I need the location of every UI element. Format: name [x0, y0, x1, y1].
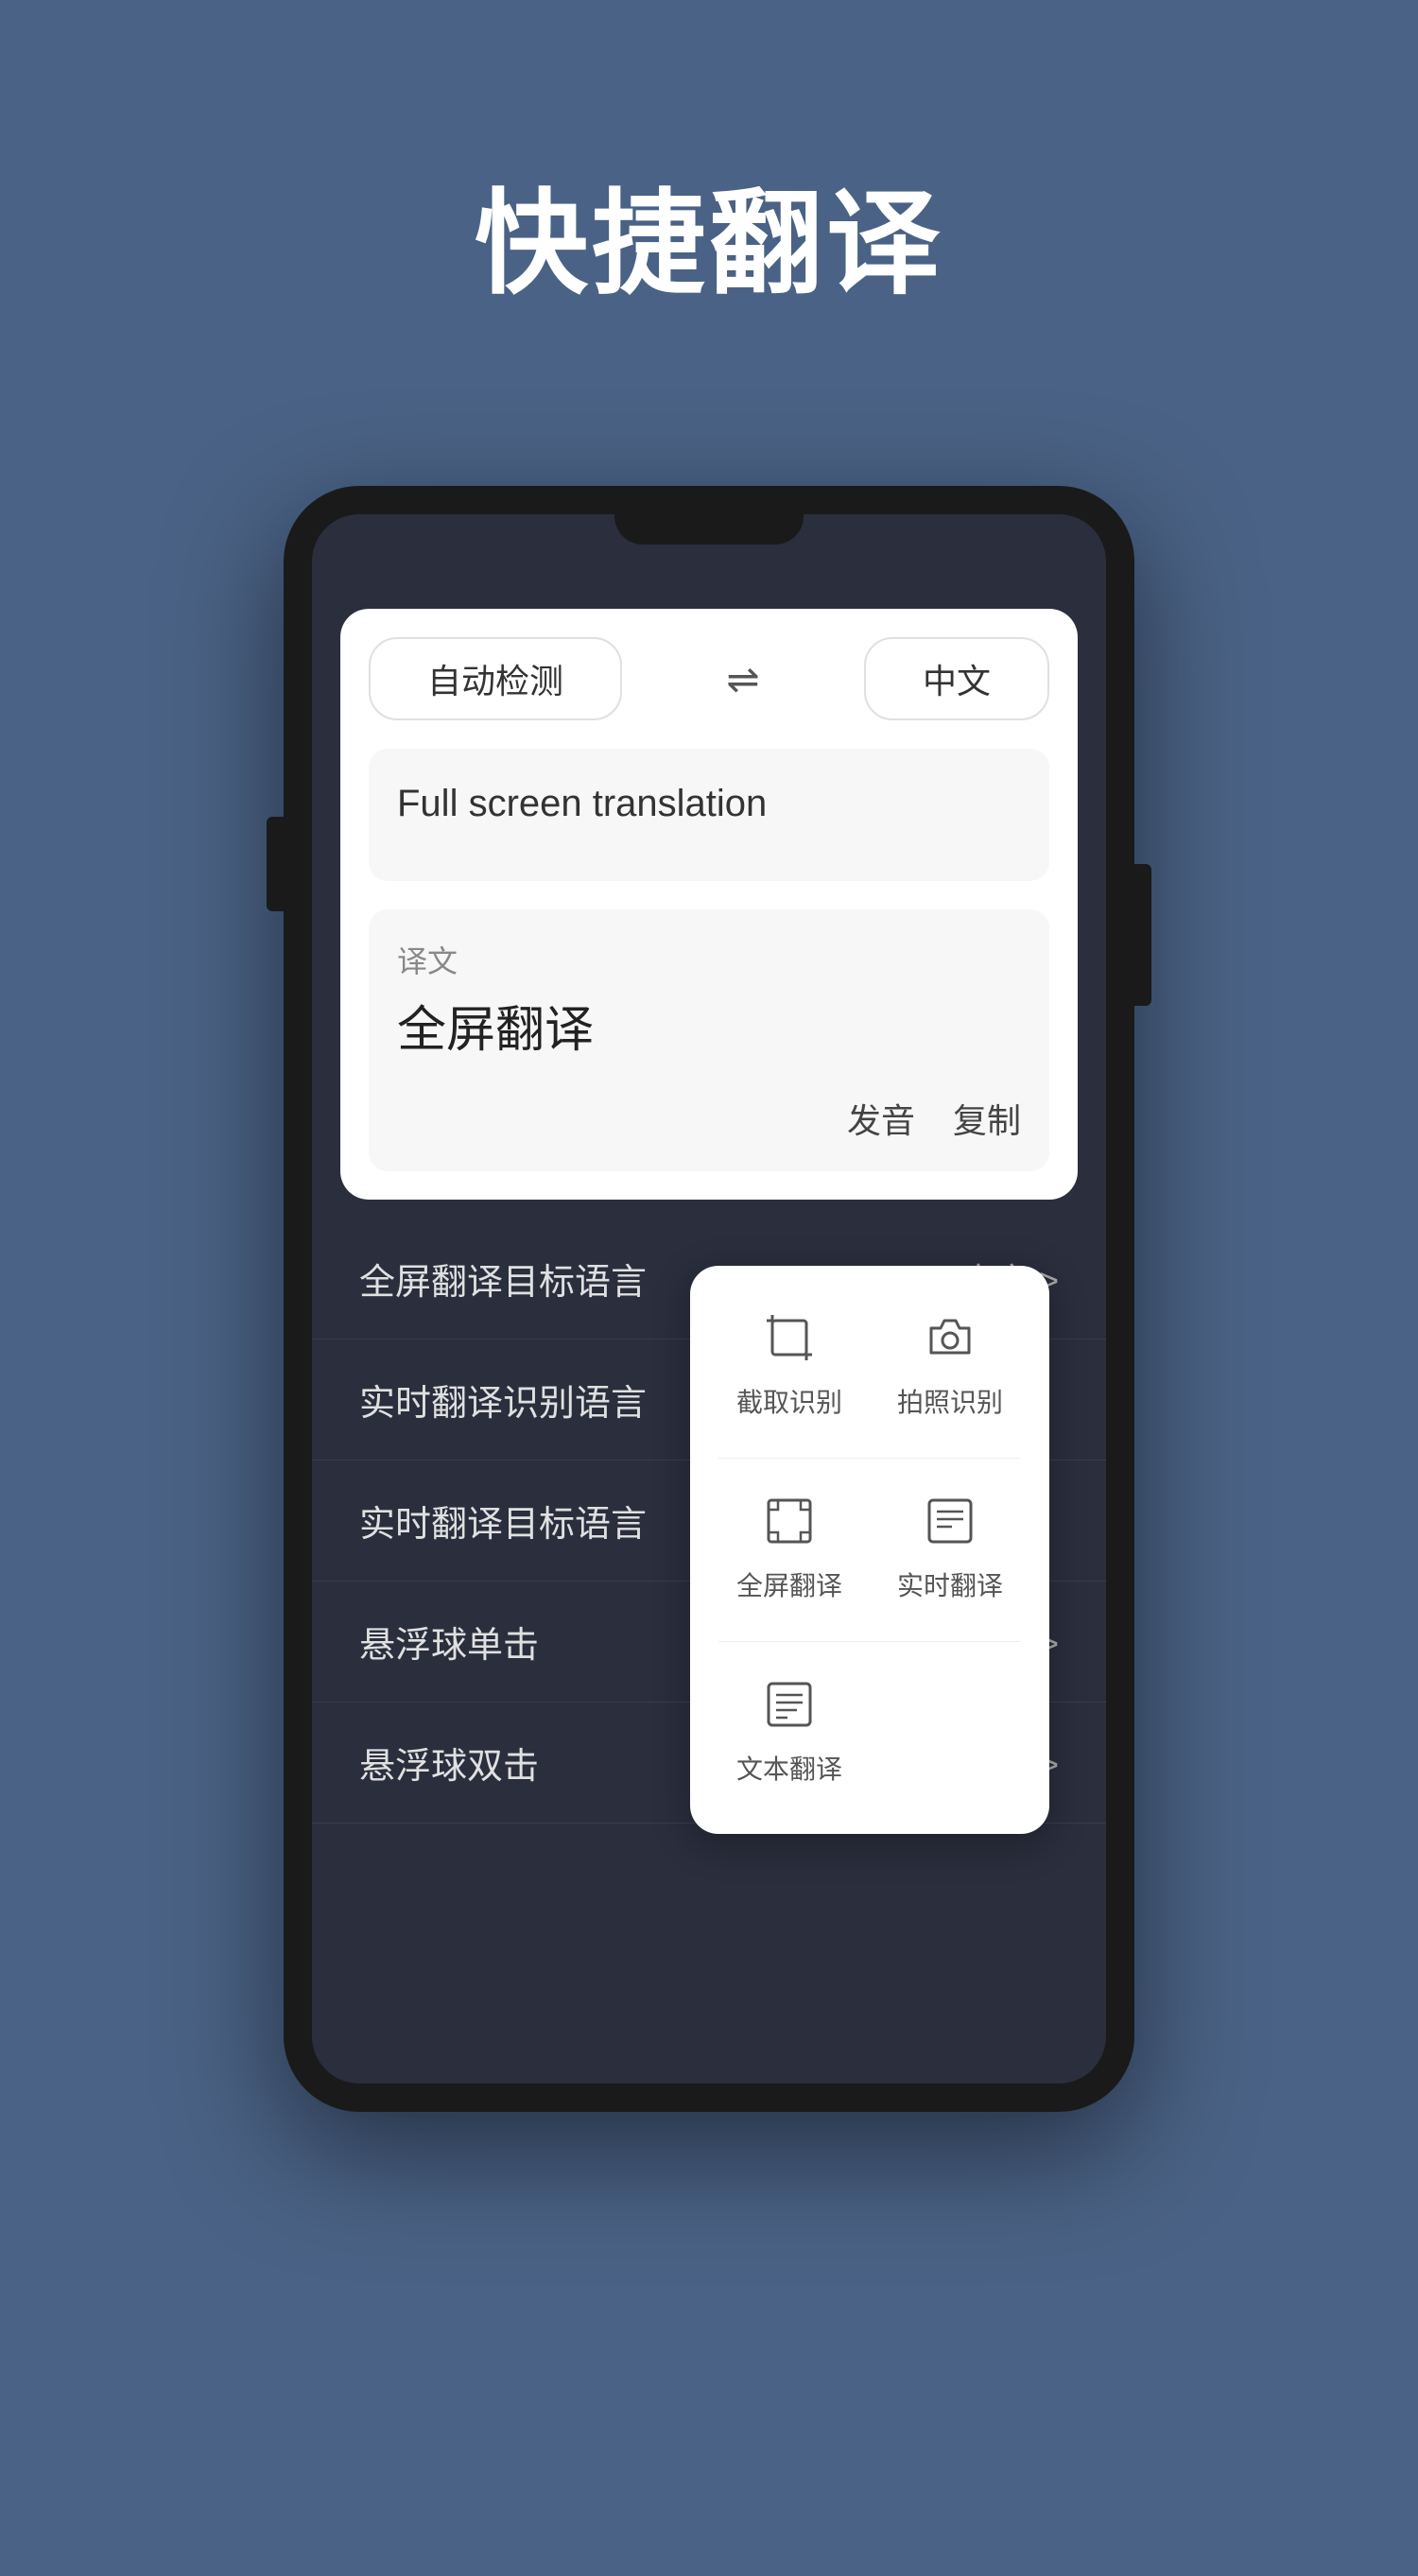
input-area[interactable]: Full screen translation — [369, 749, 1049, 881]
settings-label-float-double: 悬浮球双击 — [359, 1737, 539, 1789]
text-icon — [765, 1680, 814, 1738]
swap-languages-icon[interactable]: ⇌ — [726, 656, 759, 702]
panel-divider — [718, 1458, 1021, 1459]
phone-notch — [614, 514, 804, 545]
panel-item-crop-recognize[interactable]: 截取识别 — [718, 1294, 860, 1439]
crop-icon — [765, 1313, 814, 1371]
photo-recognize-label: 拍照识别 — [897, 1382, 1003, 1420]
target-lang-button[interactable]: 中文 — [864, 637, 1049, 720]
phone-screen: 自动检测 ⇌ 中文 Full screen translation 译文 全屏翻… — [312, 571, 1106, 2083]
settings-label-fullscreen-target: 全屏翻译目标语言 — [359, 1253, 647, 1305]
camera-icon — [925, 1313, 975, 1371]
floating-panel: 截取识别 拍照识别 — [690, 1266, 1049, 1834]
settings-label-float-single: 悬浮球单击 — [359, 1616, 539, 1668]
lang-selector-row: 自动检测 ⇌ 中文 — [369, 637, 1049, 720]
panel-item-photo-recognize[interactable]: 拍照识别 — [879, 1294, 1021, 1439]
pronounce-button[interactable]: 发音 — [847, 1094, 915, 1143]
input-text: Full screen translation — [397, 777, 1021, 830]
phone-notch-bar — [312, 514, 1106, 571]
fullscreen-icon — [765, 1496, 814, 1554]
source-lang-button[interactable]: 自动检测 — [369, 637, 622, 720]
crop-recognize-label: 截取识别 — [736, 1382, 842, 1420]
settings-label-realtime-source: 实时翻译识别语言 — [359, 1374, 647, 1426]
page-title: 快捷翻译 — [475, 151, 943, 316]
fullscreen-translate-label: 全屏翻译 — [736, 1565, 842, 1603]
panel-item-fullscreen-translate[interactable]: 全屏翻译 — [718, 1478, 860, 1622]
panel-divider-2 — [718, 1641, 1021, 1642]
action-buttons-row: 发音 复制 — [397, 1094, 1021, 1143]
settings-label-realtime-target: 实时翻译目标语言 — [359, 1495, 647, 1547]
translation-card: 自动检测 ⇌ 中文 Full screen translation 译文 全屏翻… — [340, 609, 1078, 1200]
output-area: 译文 全屏翻译 发音 复制 — [369, 909, 1049, 1171]
text-translate-label: 文本翻译 — [736, 1749, 842, 1787]
translation-label: 译文 — [397, 938, 1021, 981]
copy-button[interactable]: 复制 — [953, 1094, 1021, 1143]
realtime-icon — [925, 1496, 975, 1554]
panel-item-text-translate[interactable]: 文本翻译 — [718, 1661, 860, 1806]
realtime-translate-label: 实时翻译 — [897, 1565, 1003, 1603]
settings-area: 全屏翻译目标语言 中文 > 实时翻译识别语言 实时翻译目标语言 悬浮球单击 功能… — [312, 1200, 1106, 1842]
panel-item-realtime-translate[interactable]: 实时翻译 — [879, 1478, 1021, 1622]
panel-grid: 截取识别 拍照识别 — [718, 1294, 1021, 1806]
phone-frame: 自动检测 ⇌ 中文 Full screen translation 译文 全屏翻… — [284, 486, 1134, 2112]
translated-text: 全屏翻译 — [397, 996, 1021, 1065]
